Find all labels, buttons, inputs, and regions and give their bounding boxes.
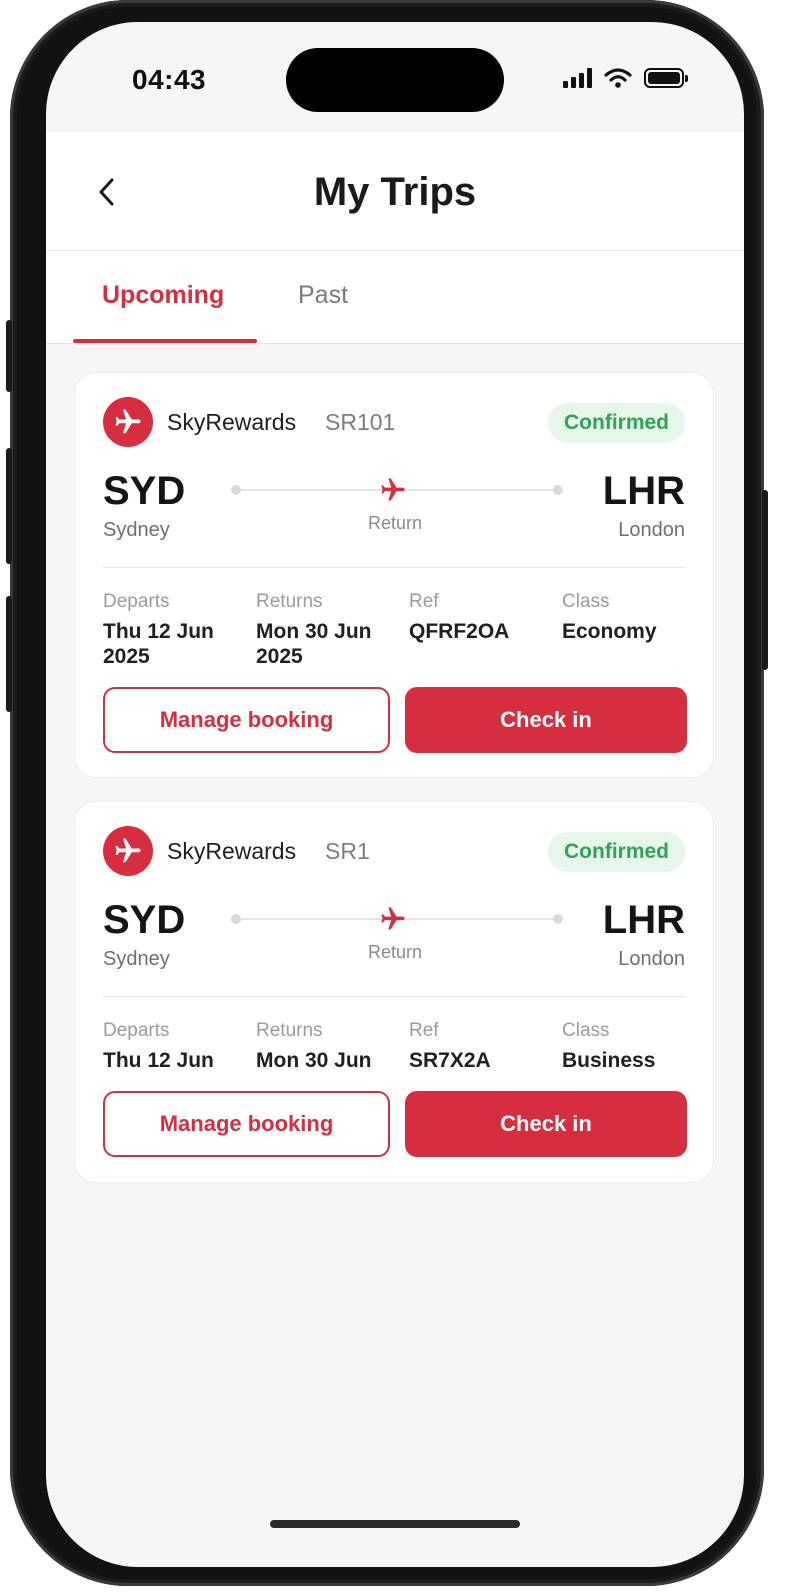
trip-type: Return	[367, 513, 423, 533]
status-badge: Confirmed	[548, 832, 685, 872]
class-label: Class	[562, 1020, 610, 1041]
airline-name: SkyRewards	[167, 409, 297, 435]
wifi-icon	[604, 68, 632, 88]
airline-logo	[103, 397, 153, 447]
active-tab-indicator	[73, 339, 257, 343]
returns-label: Returns	[256, 591, 323, 612]
departs-label: Departs	[103, 1020, 170, 1041]
screen: 04:43 My Trips Upcoming Past SkyRewards …	[46, 22, 744, 1567]
ref-value: SR7X2A	[409, 1049, 491, 1072]
home-indicator[interactable]	[270, 1520, 520, 1528]
manage-booking-button[interactable]: Manage booking	[103, 687, 390, 753]
dynamic-island	[286, 48, 504, 112]
destination-code: LHR	[602, 898, 685, 942]
trip-card: SkyRewards SR1 Confirmed SYD Sydney LHR …	[74, 801, 714, 1183]
status-badge: Confirmed	[548, 403, 685, 443]
ref-label: Ref	[409, 1020, 439, 1041]
class-value: Business	[562, 1049, 656, 1072]
tab-past[interactable]: Past	[298, 281, 348, 310]
check-in-button[interactable]: Check in	[405, 1091, 687, 1157]
check-in-button[interactable]: Check in	[405, 687, 687, 753]
trip-type: Return	[367, 942, 423, 962]
ref-value: QFRF2OA	[409, 620, 510, 643]
divider	[103, 996, 685, 997]
power-button	[762, 490, 768, 670]
origin-code: SYD	[103, 469, 186, 513]
airline-name: SkyRewards	[167, 838, 297, 864]
origin-code: SYD	[103, 898, 186, 942]
divider	[103, 567, 685, 568]
tab-upcoming[interactable]: Upcoming	[102, 281, 224, 310]
class-value: Economy	[562, 620, 657, 643]
ref-label: Ref	[409, 591, 439, 612]
status-bar: 04:43	[46, 22, 744, 132]
returns-value: Mon 30 Jun 2025	[256, 620, 372, 668]
departs-label: Departs	[103, 591, 170, 612]
class-label: Class	[562, 591, 610, 612]
airplane-icon	[381, 478, 405, 501]
flight-number: SR1	[325, 838, 370, 864]
status-time: 04:43	[132, 64, 207, 95]
departs-value: Thu 12 Jun 2025	[103, 620, 214, 668]
trip-tabs: Upcoming Past	[46, 251, 744, 344]
action-button	[6, 320, 12, 392]
departs-value: Thu 12 Jun	[103, 1049, 214, 1072]
manage-booking-button[interactable]: Manage booking	[103, 1091, 390, 1157]
trip-card: SkyRewards SR101 Confirmed SYD Sydney LH…	[74, 372, 714, 778]
page-title: My Trips	[313, 170, 477, 214]
destination-code: LHR	[602, 469, 685, 513]
status-icons	[563, 68, 688, 88]
flight-number: SR101	[325, 409, 396, 435]
nav-header: My Trips	[46, 132, 744, 251]
airline-logo	[103, 826, 153, 876]
airplane-icon	[381, 907, 405, 930]
airplane-icon	[115, 409, 141, 434]
battery-icon	[644, 68, 688, 88]
volume-up-button	[6, 448, 12, 564]
cellular-signal-icon	[563, 68, 592, 88]
returns-value: Mon 30 Jun	[256, 1049, 372, 1072]
phone-frame: 04:43 My Trips Upcoming Past SkyRewards …	[6, 0, 768, 1586]
returns-label: Returns	[256, 1020, 323, 1041]
volume-down-button	[6, 596, 12, 712]
airplane-icon	[115, 838, 141, 863]
